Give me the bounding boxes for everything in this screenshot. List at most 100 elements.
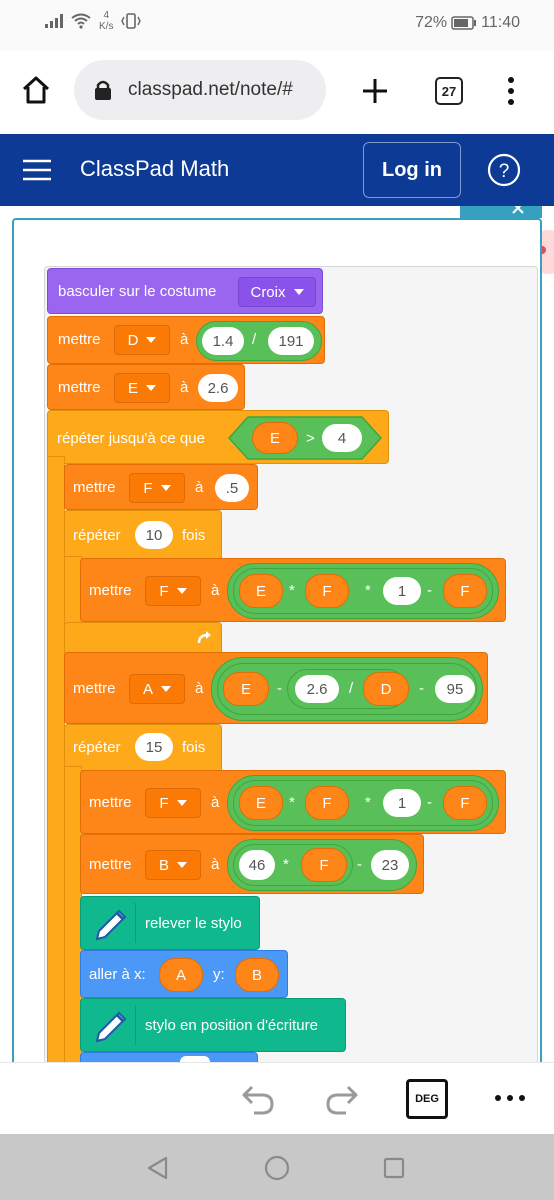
divide-sign: / [349, 680, 354, 697]
back-icon[interactable] [146, 1156, 170, 1180]
network-speed-unit: K/s [99, 21, 114, 32]
status-left: 4 K/s [45, 10, 142, 32]
times-label: fois [182, 527, 206, 544]
minus-sign: - [427, 794, 432, 811]
value-input[interactable]: 2.6 [295, 675, 339, 703]
pen-down-label: stylo en position d'écriture [145, 1017, 318, 1034]
var-f-reporter[interactable]: F [301, 848, 347, 882]
svg-text:?: ? [499, 161, 510, 182]
hamburger-menu-icon[interactable] [22, 158, 52, 182]
f-init-input[interactable]: .5 [215, 474, 249, 502]
var-dropdown-f[interactable]: F [145, 788, 201, 818]
var-a-reporter[interactable]: A [159, 958, 203, 992]
threshold-input[interactable]: 4 [322, 424, 362, 452]
dropdown-arrow-icon [146, 385, 156, 391]
var-dropdown-b[interactable]: B [145, 850, 201, 880]
to-label: à [180, 379, 189, 396]
var-name: D [127, 331, 139, 349]
dropdown-arrow-icon [146, 337, 157, 343]
more-horiz-icon[interactable] [494, 1093, 526, 1103]
bottom-toolbar: DEG [0, 1062, 554, 1134]
set-d-block[interactable]: mettre D à 1.4 / 191 [47, 316, 325, 364]
value-input[interactable]: 95 [435, 675, 475, 703]
repeat-count-input[interactable]: 10 [135, 521, 173, 549]
one-input[interactable]: 1 [383, 577, 421, 605]
loop-arrow-icon [197, 631, 211, 644]
plus-icon[interactable] [360, 76, 390, 106]
url-field[interactable]: classpad.net/note/# [74, 60, 326, 120]
set-label: mettre [73, 479, 116, 496]
e-value-input[interactable]: 2.6 [198, 374, 238, 402]
one-input[interactable]: 1 [383, 789, 421, 817]
content-area: basculer sur le costume Croix mettre D à… [0, 206, 554, 1062]
var-f-reporter[interactable]: F [305, 574, 349, 608]
help-icon[interactable]: ? [487, 153, 521, 187]
var-f-reporter[interactable]: F [443, 574, 487, 608]
set-f-init-block[interactable]: mettre F à .5 [64, 464, 258, 510]
minus-sign: - [357, 856, 362, 873]
set-label: mettre [73, 680, 116, 697]
pen-icon [95, 1011, 127, 1043]
set-label: mettre [89, 582, 132, 599]
more-vert-icon[interactable] [506, 76, 516, 106]
recents-icon[interactable] [383, 1157, 405, 1179]
var-dropdown-f[interactable]: F [129, 473, 185, 503]
redo-icon[interactable] [324, 1083, 360, 1115]
var-dropdown-d[interactable]: D [114, 325, 170, 355]
set-f-block-1[interactable]: mettre F à E * F * 1 - F [80, 558, 506, 622]
home-nav-icon[interactable] [264, 1155, 290, 1181]
app-header: ClassPad Math Log in ? [0, 134, 554, 206]
repeat-label: répéter [73, 739, 121, 756]
set-f-block-2[interactable]: mettre F à E * F * 1 - F [80, 770, 506, 834]
repeat-label: répéter [73, 527, 121, 544]
to-label: à [195, 680, 204, 697]
set-e-block[interactable]: mettre E à 2.6 [47, 364, 245, 410]
var-b-reporter[interactable]: B [235, 958, 279, 992]
home-icon[interactable] [20, 74, 52, 106]
dropdown-arrow-icon [160, 485, 171, 491]
undo-icon[interactable] [240, 1083, 276, 1115]
set-b-block[interactable]: mettre B à 46 * F - 23 [80, 834, 424, 894]
repeat-count-input[interactable]: 15 [135, 733, 173, 761]
tab-counter[interactable]: 27 [435, 77, 463, 105]
var-e-reporter[interactable]: E [239, 574, 283, 608]
to-label: à [211, 856, 220, 873]
var-f-reporter[interactable]: F [305, 786, 349, 820]
goto-label: aller à x: [89, 966, 146, 983]
minus-sign: - [419, 680, 424, 697]
denominator-input[interactable]: 191 [268, 327, 314, 355]
deg-button[interactable]: DEG [406, 1079, 448, 1119]
next-motion-block[interactable] [80, 1052, 258, 1062]
url-text: classpad.net/note/# [128, 79, 293, 100]
set-label: mettre [89, 856, 132, 873]
mul-sign: * [289, 794, 295, 811]
pen-down-block[interactable]: stylo en position d'écriture [80, 998, 346, 1052]
numerator-input[interactable]: 1.4 [202, 327, 244, 355]
close-icon[interactable] [510, 206, 526, 216]
network-speed-value: 4 [103, 10, 109, 21]
repeat-until-label: répéter jusqu'à ce que [57, 430, 205, 447]
value-input[interactable]: 46 [239, 850, 275, 880]
network-speed: 4 K/s [99, 10, 113, 32]
var-d-reporter[interactable]: D [363, 672, 409, 706]
var-name: E [127, 379, 138, 397]
var-e-reporter[interactable]: E [252, 422, 298, 454]
minus-sign: - [277, 680, 282, 697]
to-label: à [211, 794, 220, 811]
var-e-reporter[interactable]: E [223, 672, 269, 706]
repeat-until-arm [47, 456, 65, 1062]
costume-dropdown[interactable]: Croix [238, 277, 316, 307]
var-e-reporter[interactable]: E [239, 786, 283, 820]
value-input[interactable]: 23 [371, 850, 409, 880]
goto-xy-block[interactable]: aller à x: A y: B [80, 950, 288, 998]
var-f-reporter[interactable]: F [443, 786, 487, 820]
to-label: à [211, 582, 220, 599]
var-dropdown-f[interactable]: F [145, 576, 201, 606]
var-dropdown-e[interactable]: E [114, 373, 170, 403]
set-a-block[interactable]: mettre A à E - 2.6 / D - 95 [64, 652, 488, 724]
set-label: mettre [58, 379, 101, 396]
var-dropdown-a[interactable]: A [129, 674, 185, 704]
login-button[interactable]: Log in [363, 142, 461, 198]
pen-up-block[interactable]: relever le stylo [80, 896, 260, 950]
switch-costume-block[interactable]: basculer sur le costume Croix [47, 268, 323, 314]
